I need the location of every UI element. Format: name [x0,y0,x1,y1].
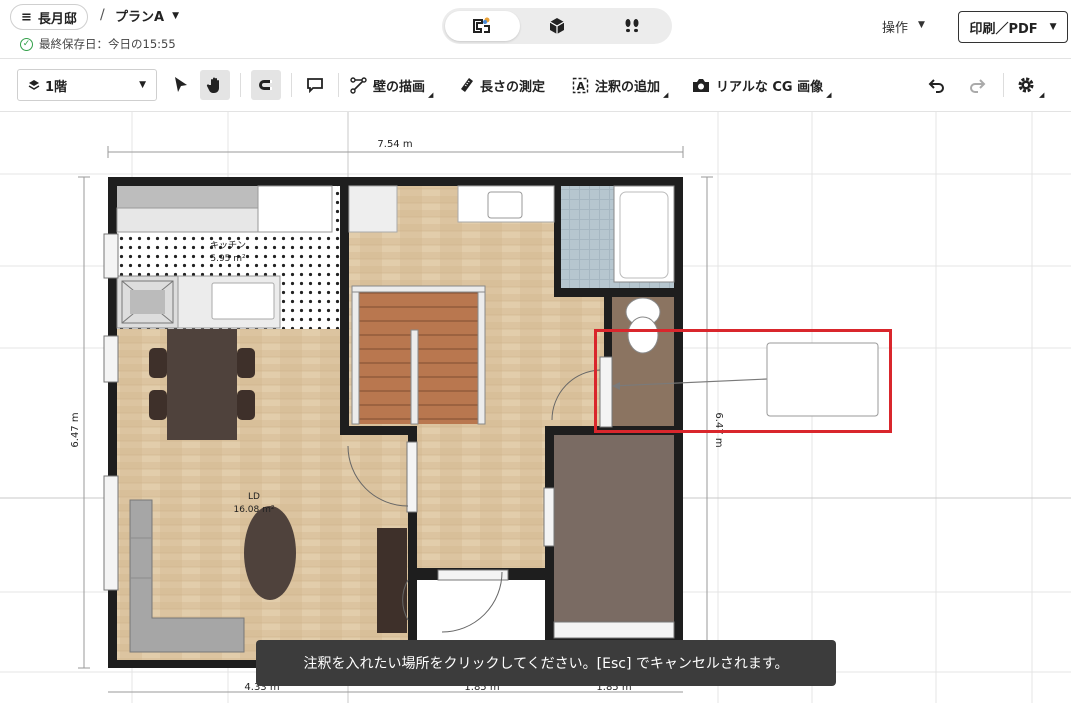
toolbar-divider [338,73,339,97]
room-area-kitchen: 5.95 m² [210,254,246,264]
measure-tool[interactable]: 長さの測定 [460,71,545,99]
toolbar: 1階 ▼ 壁の描画 ◢ 長さの測定 A 注釈の追加 ◢ リアルな CG 画像 ◢ [0,59,1071,112]
submenu-indicator-icon: ◢ [1039,91,1045,99]
check-circle-icon: ✓ [20,37,33,51]
instruction-toast: 注釈を入れたい場所をクリックしてください。[Esc] でキャンセルされます。 [256,640,836,686]
add-annotation-label: 注釈の追加 [595,79,661,95]
project-name: 長月邸 [37,11,77,27]
floor-plan: 7.54 m 6.47 m 6.47 m 4.33 m 1.85 m 1.85 … [0,112,1071,703]
saved-text: 最終保存日：今日の15:55 [39,37,176,51]
speech-bubble-icon [307,78,323,93]
toolbar-divider [240,73,241,97]
realistic-cg-label: リアルな CG 画像 [716,79,824,95]
room-name-kitchen: キッチン [210,240,246,251]
operations-menu[interactable]: 操作 ▼ [882,17,925,36]
submenu-indicator-icon: ◢ [826,91,832,99]
redo-button[interactable] [968,71,986,99]
view-3d-button[interactable] [520,11,595,41]
cursor-arrow-icon [175,77,187,92]
draw-walls-tool[interactable]: 壁の描画 ◢ [350,71,433,99]
print-label: 印刷／PDF [969,21,1038,37]
pan-tool[interactable] [200,70,230,100]
view-walk-button[interactable] [594,11,669,41]
comment-tool[interactable] [300,71,330,99]
floor-plan-canvas[interactable]: 7.54 m 6.47 m 6.47 m 4.33 m 1.85 m 1.85 … [0,112,1071,703]
settings-button[interactable]: ◢ [1016,71,1044,99]
caret-down-icon: ▼ [1049,22,1057,32]
print-pdf-button[interactable]: 印刷／PDF ▼ [958,11,1068,43]
view-2d-button[interactable] [445,11,520,41]
operations-label: 操作 [882,21,909,36]
draw-walls-label: 壁の描画 [373,79,426,95]
caret-down-icon: ▼ [172,10,179,21]
undo-icon [928,79,944,93]
caret-down-icon: ▼ [139,80,146,90]
dimension-left: 6.47 m [70,412,81,447]
3d-box-icon [549,18,565,34]
view-mode-switch [442,8,672,44]
undo-button[interactable] [928,71,946,99]
annotation-text-icon: A [572,77,589,93]
breadcrumb-separator: / [100,7,105,23]
toast-text: 注釈を入れたい場所をクリックしてください。[Esc] でキャンセルされます。 [303,656,789,672]
project-menu-button[interactable]: ≡ 長月邸 [10,4,88,30]
dimension-top: 7.54 m [377,139,412,150]
hamburger-icon: ≡ [21,9,32,25]
add-annotation-tool[interactable]: A 注釈の追加 ◢ [572,71,668,99]
camera-icon [693,78,709,92]
submenu-indicator-icon: ◢ [428,91,434,99]
caret-down-icon: ▼ [918,20,925,30]
floor-select[interactable]: 1階 ▼ [17,69,157,101]
ruler-icon [461,78,473,92]
layers-icon [28,80,40,90]
top-bar: ≡ 長月邸 / プランA ▼ ✓ 最終保存日：今日の15:55 操作 ▼ 印刷／… [0,0,1071,59]
select-tool[interactable] [166,71,196,99]
redo-icon [970,79,986,93]
realistic-cg-tool[interactable]: リアルな CG 画像 ◢ [692,71,832,99]
2d-plan-icon [473,17,491,33]
hand-icon [206,77,219,93]
room-area-ld: 16.08 m² [233,505,274,515]
magnet-icon [259,80,272,90]
floor-label: 1階 [45,79,68,95]
save-status: ✓ 最終保存日：今日の15:55 [20,36,176,52]
magnet-tool[interactable] [251,70,281,100]
plan-name: プランA [115,10,165,25]
plan-selector[interactable]: プランA ▼ [115,6,179,25]
toolbar-divider [291,73,292,97]
submenu-indicator-icon: ◢ [663,91,669,99]
walk-footprints-icon [625,19,639,33]
toolbar-divider [1003,73,1004,97]
annotation-highlight-box [594,329,892,433]
room-name-ld: LD [248,492,260,502]
svg-text:A: A [577,80,586,93]
measure-label: 長さの測定 [480,79,546,95]
wall-draw-icon [350,76,367,94]
gear-icon [1018,77,1034,93]
